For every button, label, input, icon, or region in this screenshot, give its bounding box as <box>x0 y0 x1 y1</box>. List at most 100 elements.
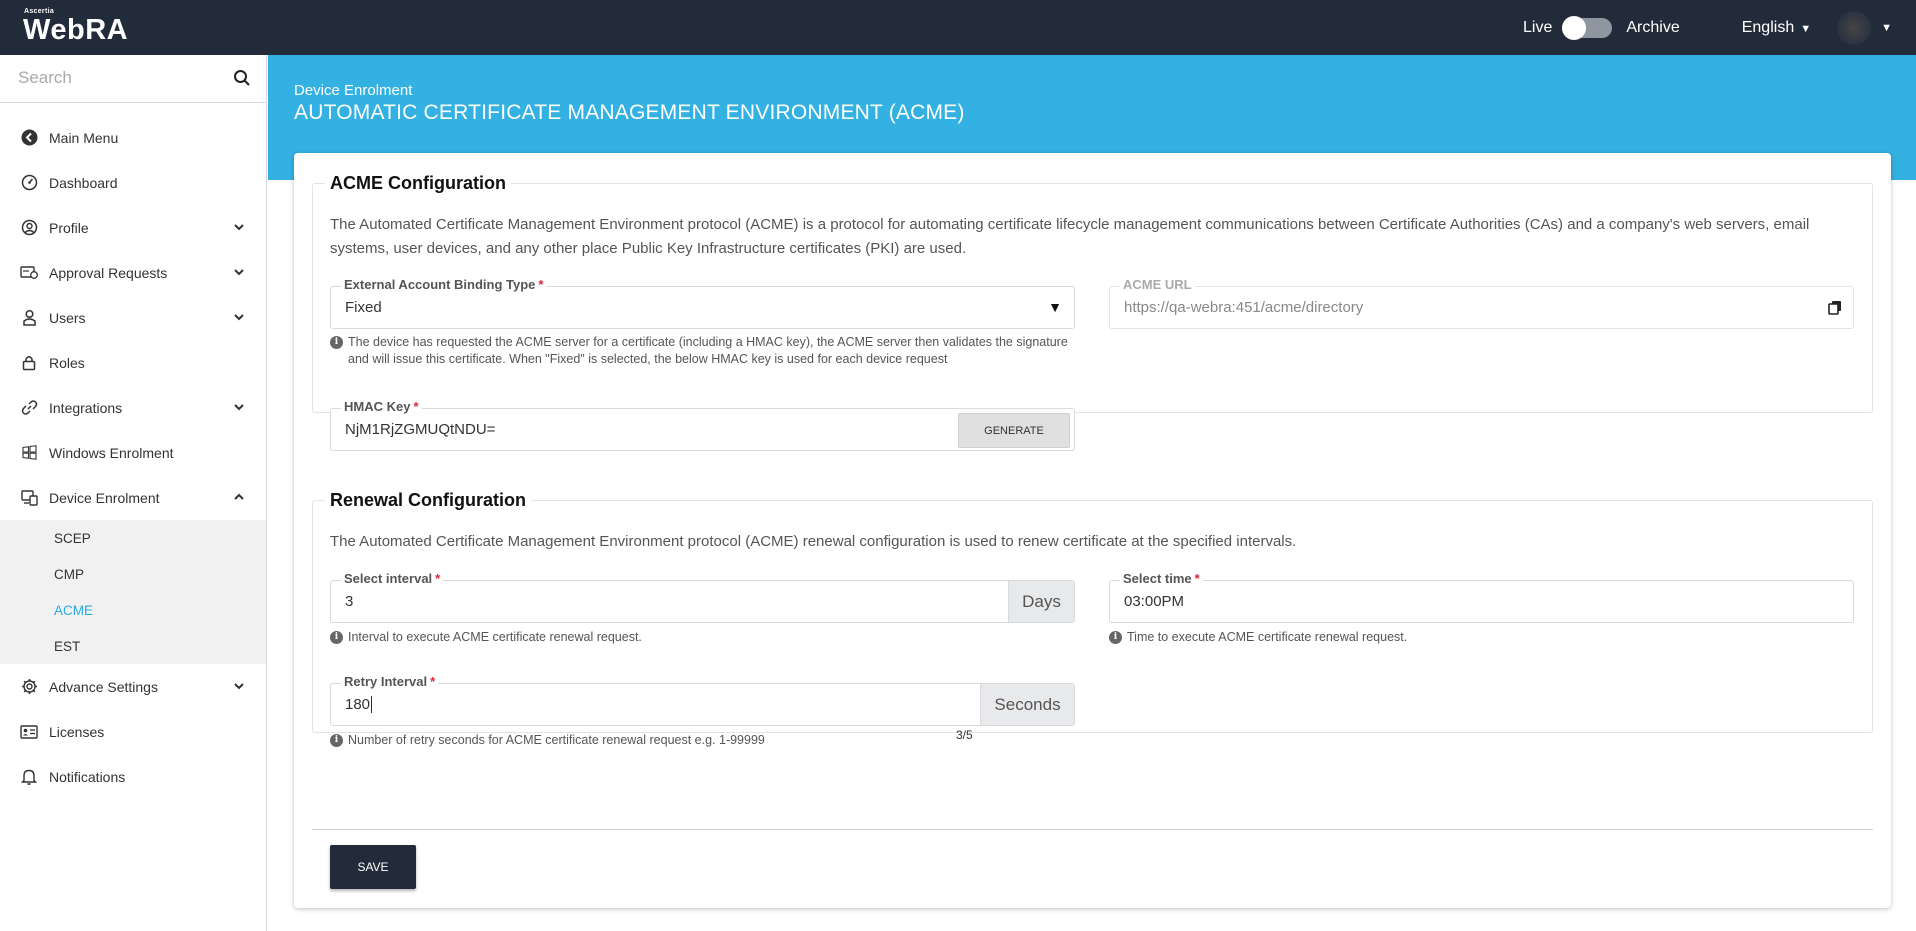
section-title: ACME Configuration <box>330 173 506 193</box>
toggle-knob <box>1562 15 1587 40</box>
device-enrolment-submenu: SCEP CMP ACME EST <box>0 520 266 664</box>
main-content: Device Enrolment AUTOMATIC CERTIFICATE M… <box>268 55 1916 931</box>
chevron-down-icon <box>234 224 244 231</box>
user-circle-icon <box>20 219 38 237</box>
sidebar-item-label: Windows Enrolment <box>49 444 174 461</box>
info-icon: i <box>330 734 343 747</box>
windows-icon <box>20 444 38 462</box>
sidebar-item-label: Integrations <box>49 399 123 416</box>
sidebar-item-approval-requests[interactable]: Approval Requests <box>0 250 266 295</box>
acme-url-value: https://qa-webra:451/acme/directory <box>1124 299 1364 316</box>
interval-unit-addon: Days <box>1008 581 1074 622</box>
save-button[interactable]: SAVE <box>330 845 416 889</box>
approval-card-icon <box>20 264 38 282</box>
copy-icon[interactable] <box>1828 300 1842 315</box>
time-hint: i Time to execute ACME certificate renew… <box>1109 629 1407 646</box>
avatar[interactable] <box>1837 10 1872 45</box>
field-label: Select interval * <box>341 571 444 586</box>
user-menu-caret-icon[interactable]: ▼ <box>1881 22 1892 34</box>
field-label: External Account Binding Type * <box>341 277 547 292</box>
bell-icon <box>20 768 38 786</box>
binding-type-hint: i The device has requested the ACME serv… <box>330 334 1075 368</box>
section-title: Renewal Configuration <box>330 490 527 510</box>
sidebar-item-label: Device Enrolment <box>49 489 160 506</box>
select-value: Fixed <box>345 299 382 316</box>
retry-hint: i Number of retry seconds for ACME certi… <box>330 732 765 749</box>
chevron-down-icon <box>234 314 244 321</box>
brand-name: WebRA <box>23 14 129 46</box>
sidebar-item-label: Advance Settings <box>49 678 158 695</box>
field-label: ACME URL <box>1120 277 1195 292</box>
sidebar-item-main-menu[interactable]: Main Menu <box>0 115 266 160</box>
back-arrow-icon <box>20 129 38 147</box>
form-card: ACME Configuration The Automated Certifi… <box>294 153 1891 908</box>
info-icon: i <box>1109 631 1122 644</box>
field-label: Select time * <box>1120 571 1203 586</box>
hmac-key-field[interactable]: HMAC Key * NjM1RjZGMUQtNDU= GENERATE <box>330 399 1075 451</box>
chevron-down-icon <box>234 404 244 411</box>
info-icon: i <box>330 336 343 349</box>
id-card-icon <box>20 723 38 741</box>
submenu-item-cmp[interactable]: CMP <box>0 556 266 592</box>
sidebar-item-integrations[interactable]: Integrations <box>0 385 266 430</box>
submenu-item-scep[interactable]: SCEP <box>0 520 266 556</box>
gear-icon <box>20 678 38 696</box>
select-interval-field[interactable]: Select interval * 3 Days <box>330 571 1075 623</box>
renewal-description: The Automated Certificate Management Env… <box>330 533 1297 550</box>
search-input[interactable] <box>0 55 220 101</box>
submenu-item-est[interactable]: EST <box>0 628 266 664</box>
sidebar-item-device-enrolment[interactable]: Device Enrolment <box>0 475 266 520</box>
chevron-down-icon <box>234 683 244 690</box>
sidebar-item-label: Dashboard <box>49 174 118 191</box>
sidebar-item-label: Profile <box>49 219 89 236</box>
acme-description: The Automated Certificate Management Env… <box>330 216 1810 257</box>
page-title: AUTOMATIC CERTIFICATE MANAGEMENT ENVIRON… <box>294 101 965 124</box>
device-icon <box>20 489 38 507</box>
sidebar-item-dashboard[interactable]: Dashboard <box>0 160 266 205</box>
retry-interval-field[interactable]: Retry Interval * 180 Seconds <box>330 674 1075 726</box>
sidebar-item-label: Licenses <box>49 723 105 740</box>
sidebar-item-label: Approval Requests <box>49 264 168 281</box>
sidebar-item-advance-settings[interactable]: Advance Settings <box>0 664 266 709</box>
lock-icon <box>20 354 38 372</box>
breadcrumb: Device Enrolment <box>294 82 413 99</box>
search-icon[interactable] <box>233 69 251 87</box>
sidebar-item-label: Notifications <box>49 768 126 785</box>
caret-down-icon: ▼ <box>1800 22 1812 35</box>
sidebar-search <box>0 55 266 103</box>
sidebar-item-profile[interactable]: Profile <box>0 205 266 250</box>
time-value: 03:00PM <box>1124 593 1185 610</box>
acme-url-field[interactable]: ACME URL https://qa-webra:451/acme/direc… <box>1109 277 1854 329</box>
gauge-icon <box>20 174 38 192</box>
language-label: English <box>1741 18 1795 36</box>
binding-type-select[interactable]: External Account Binding Type * Fixed ▼ <box>330 277 1075 329</box>
sidebar-item-label: Roles <box>49 354 85 371</box>
chevron-down-icon <box>234 269 244 276</box>
interval-hint: i Interval to execute ACME certificate r… <box>330 629 642 646</box>
generate-button[interactable]: GENERATE <box>958 413 1070 448</box>
sidebar-item-users[interactable]: Users <box>0 295 266 340</box>
sidebar-item-label: Main Menu <box>49 129 119 146</box>
select-time-field[interactable]: Select time * 03:00PM <box>1109 571 1854 623</box>
footer-divider <box>312 829 1873 830</box>
field-label: Retry Interval * <box>341 674 439 689</box>
sidebar-item-licenses[interactable]: Licenses <box>0 709 266 754</box>
info-icon: i <box>330 631 343 644</box>
sidebar-menu: Main Menu Dashboard Profile Approval Req… <box>0 115 266 799</box>
sidebar-item-windows-enrolment[interactable]: Windows Enrolment <box>0 430 266 475</box>
submenu-item-acme[interactable]: ACME <box>0 592 266 628</box>
sidebar-item-notifications[interactable]: Notifications <box>0 754 266 799</box>
chevron-up-icon <box>234 493 244 500</box>
sidebar-item-roles[interactable]: Roles <box>0 340 266 385</box>
language-selector[interactable]: English ▼ <box>1742 19 1811 37</box>
live-archive-toggle[interactable] <box>1562 15 1613 40</box>
dropdown-arrow-icon: ▼ <box>1048 299 1062 315</box>
top-bar-right: Live Archive English ▼ ▼ <box>1523 0 1916 55</box>
live-label: Live <box>1523 18 1553 36</box>
retry-unit-addon: Seconds <box>980 684 1074 725</box>
field-label: HMAC Key * <box>341 399 422 414</box>
interval-value: 3 <box>345 593 354 610</box>
app-logo[interactable]: Ascertia WebRA <box>23 8 128 45</box>
hmac-key-value: NjM1RjZGMUQtNDU= <box>345 421 496 438</box>
top-bar: Ascertia WebRA Live Archive English ▼ ▼ <box>0 0 1916 55</box>
